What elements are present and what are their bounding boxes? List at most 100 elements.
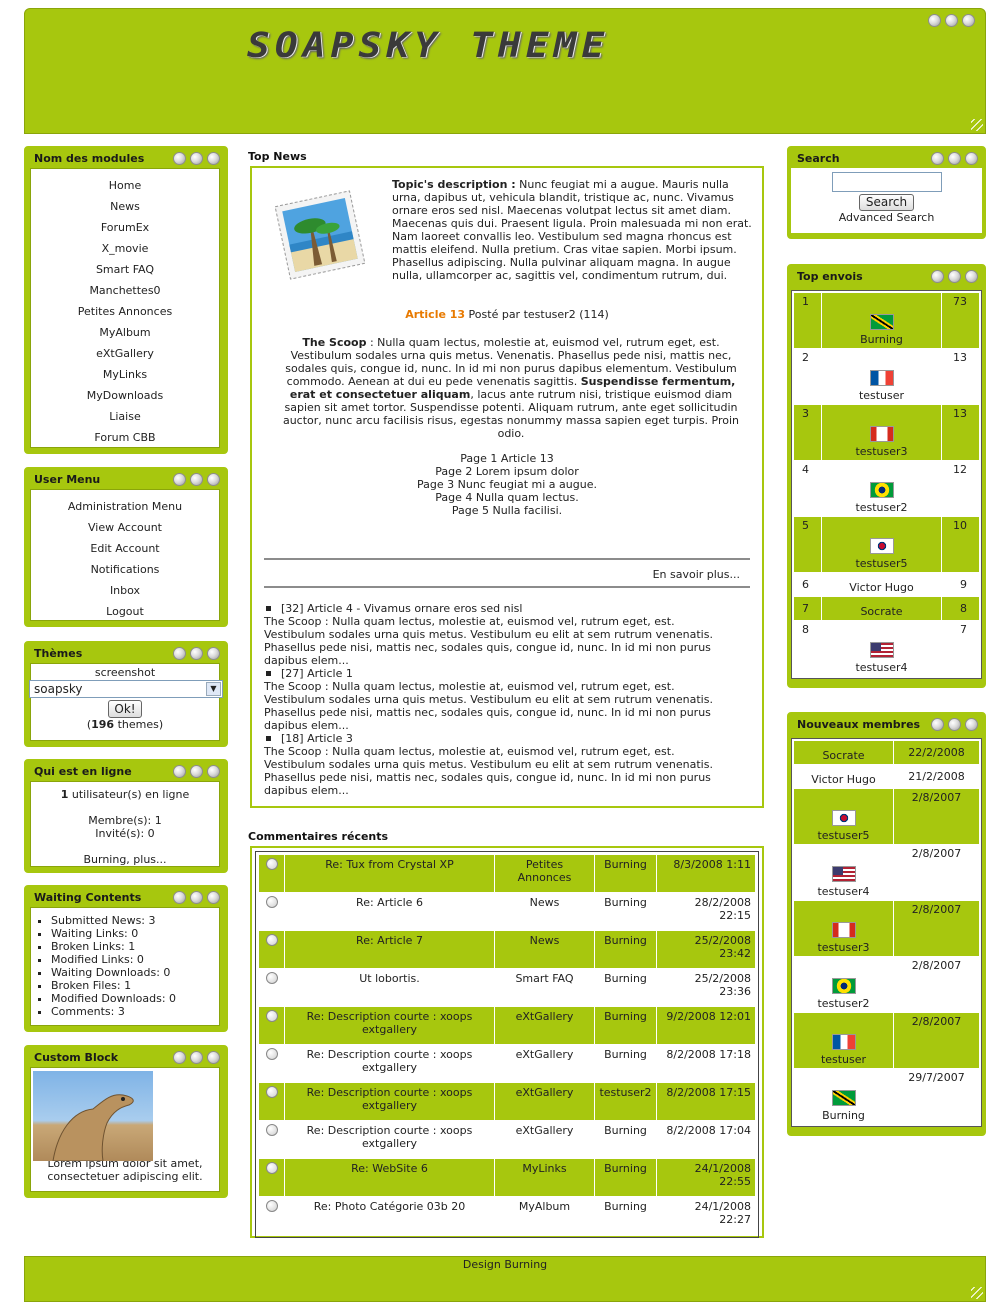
ok-button[interactable]: Ok! [108, 700, 142, 718]
minimize-icon[interactable] [173, 890, 186, 904]
module-link[interactable]: Petites Annonces [35, 301, 215, 322]
waiting-item[interactable]: Waiting Downloads: 0 [51, 966, 219, 979]
member-name[interactable]: testuser2 [796, 997, 891, 1010]
comment-title-link[interactable]: Re: Article 7 [284, 930, 495, 969]
close-icon[interactable] [207, 151, 220, 165]
page-link[interactable]: Page 1 Article 13 [252, 452, 762, 465]
comment-user-link[interactable]: Burning [594, 854, 657, 893]
module-link[interactable]: MyDownloads [35, 385, 215, 406]
comment-module-link[interactable]: eXtGallery [494, 1006, 595, 1045]
minimize-icon[interactable] [931, 717, 944, 731]
member-user[interactable]: testuser2 [793, 956, 894, 1013]
maximize-icon[interactable] [948, 717, 961, 731]
comment-user-link[interactable]: Burning [594, 1158, 657, 1197]
comment-module-link[interactable]: eXtGallery [494, 1044, 595, 1083]
user-menu-link[interactable]: Inbox [35, 580, 215, 601]
top-send-user[interactable]: Victor Hugo [821, 572, 942, 597]
news-list-heading[interactable]: [27] Article 1 [281, 667, 353, 680]
news-list-title[interactable]: [27] Article 1 [264, 667, 734, 680]
comment-user-link[interactable]: Burning [594, 1120, 657, 1159]
comment-user-link[interactable]: testuser2 [594, 1082, 657, 1121]
comment-module-link[interactable]: News [494, 892, 595, 931]
module-link[interactable]: Liaise [35, 406, 215, 427]
comment-title-link[interactable]: Re: Description courte : xoops extgaller… [284, 1082, 495, 1121]
top-send-user-name[interactable]: testuser2 [824, 501, 939, 514]
module-link[interactable]: Home [35, 175, 215, 196]
maximize-icon[interactable] [190, 472, 203, 486]
comment-title-link[interactable]: Re: Photo Catégorie 03b 20 [284, 1196, 495, 1235]
member-name[interactable]: Socrate [796, 749, 891, 762]
close-icon[interactable] [207, 890, 220, 904]
chevron-down-icon[interactable]: ▼ [206, 682, 221, 696]
comment-title-link[interactable]: Re: Description courte : xoops extgaller… [284, 1120, 495, 1159]
waiting-item[interactable]: Submitted News: 3 [51, 914, 219, 927]
maximize-icon[interactable] [190, 1050, 203, 1064]
resize-grip-icon[interactable] [971, 1287, 983, 1299]
member-user[interactable]: testuser [793, 1012, 894, 1069]
minimize-icon[interactable] [928, 14, 941, 27]
user-menu-link[interactable]: View Account [35, 517, 215, 538]
member-user[interactable]: testuser5 [793, 788, 894, 845]
maximize-icon[interactable] [190, 151, 203, 165]
article-link[interactable]: Article 13 [405, 308, 465, 321]
waiting-item[interactable]: Comments: 3 [51, 1005, 219, 1018]
member-name[interactable]: testuser5 [796, 829, 891, 842]
maximize-icon[interactable] [948, 269, 961, 283]
minimize-icon[interactable] [173, 1050, 186, 1064]
module-link[interactable]: Manchettes0 [35, 280, 215, 301]
waiting-item[interactable]: Broken Files: 1 [51, 979, 219, 992]
comment-module-link[interactable]: eXtGallery [494, 1082, 595, 1121]
waiting-item[interactable]: Broken Links: 1 [51, 940, 219, 953]
comment-title-link[interactable]: Re: Tux from Crystal XP [284, 854, 495, 893]
comment-user-link[interactable]: Burning [594, 892, 657, 931]
module-link[interactable]: Forum CBB [35, 427, 215, 448]
module-link[interactable]: eXtGallery [35, 343, 215, 364]
user-menu-link[interactable]: Edit Account [35, 538, 215, 559]
member-user[interactable]: testuser3 [793, 900, 894, 957]
top-send-user-name[interactable]: testuser5 [824, 557, 939, 570]
top-send-user[interactable]: Socrate [821, 596, 942, 621]
user-menu-link[interactable]: Logout [35, 601, 215, 622]
member-user[interactable]: Socrate [793, 740, 894, 765]
top-send-user-name[interactable]: testuser3 [824, 445, 939, 458]
close-icon[interactable] [207, 764, 220, 778]
comment-title-link[interactable]: Re: Description courte : xoops extgaller… [284, 1006, 495, 1045]
comment-title-link[interactable]: Re: Article 6 [284, 892, 495, 931]
top-send-user[interactable]: Burning [821, 292, 942, 349]
close-icon[interactable] [965, 151, 978, 165]
top-send-user-name[interactable]: Burning [824, 333, 939, 346]
member-user[interactable]: Burning [793, 1068, 894, 1125]
waiting-item[interactable]: Waiting Links: 0 [51, 927, 219, 940]
minimize-icon[interactable] [931, 151, 944, 165]
member-user[interactable]: testuser4 [793, 844, 894, 901]
close-icon[interactable] [965, 717, 978, 731]
site-logo[interactable]: SOAPSKY THEME [247, 25, 727, 66]
user-menu-link[interactable]: Notifications [35, 559, 215, 580]
comment-title-link[interactable]: Re: WebSite 6 [284, 1158, 495, 1197]
member-name[interactable]: Victor Hugo [796, 773, 891, 786]
module-link[interactable]: Smart FAQ [35, 259, 215, 280]
comment-title-link[interactable]: Ut lobortis. [284, 968, 495, 1007]
news-list-title[interactable]: [32] Article 4 - Vivamus ornare eros sed… [264, 602, 734, 615]
top-send-user[interactable]: testuser3 [821, 404, 942, 461]
maximize-icon[interactable] [190, 890, 203, 904]
top-send-user[interactable]: testuser [821, 348, 942, 405]
comment-user-link[interactable]: Burning [594, 968, 657, 1007]
comment-module-link[interactable]: News [494, 930, 595, 969]
page-link[interactable]: Page 4 Nulla quam lectus. [252, 491, 762, 504]
top-send-user[interactable]: testuser2 [821, 460, 942, 517]
comment-title-link[interactable]: Re: Description courte : xoops extgaller… [284, 1044, 495, 1083]
read-more-link[interactable]: En savoir plus... [653, 568, 740, 581]
member-user[interactable]: Victor Hugo [793, 764, 894, 789]
waiting-item[interactable]: Modified Downloads: 0 [51, 992, 219, 1005]
member-name[interactable]: testuser4 [796, 885, 891, 898]
advanced-search-link[interactable]: Advanced Search [791, 211, 982, 224]
top-send-user[interactable]: testuser4 [821, 620, 942, 677]
comment-module-link[interactable]: MyLinks [494, 1158, 595, 1197]
resize-grip-icon[interactable] [971, 119, 983, 131]
waiting-item[interactable]: Modified Links: 0 [51, 953, 219, 966]
news-list-heading[interactable]: [32] Article 4 - Vivamus ornare eros sed… [281, 602, 522, 615]
page-link[interactable]: Page 2 Lorem ipsum dolor [252, 465, 762, 478]
module-link[interactable]: X_movie [35, 238, 215, 259]
close-icon[interactable] [207, 472, 220, 486]
